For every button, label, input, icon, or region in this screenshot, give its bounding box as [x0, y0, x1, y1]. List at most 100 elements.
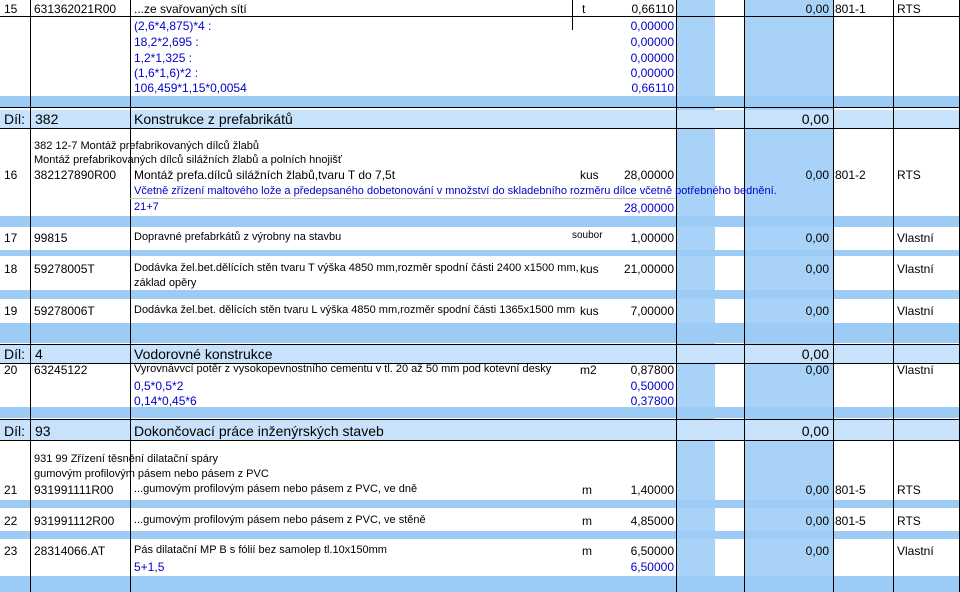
- row-number: 20: [4, 363, 18, 377]
- group-subheading: gumovým profilovým pásem nebo pásem z PV…: [34, 468, 269, 480]
- row-description: Vyrovnávvcí potěr z vysokopevnostního ce…: [134, 363, 552, 375]
- grid-line: [744, 0, 745, 592]
- row-source: RTS: [897, 168, 921, 182]
- row-unit: m2: [580, 363, 597, 377]
- calc-value: 0,50000: [630, 379, 674, 393]
- row-code: 931991112R00: [34, 514, 115, 528]
- row-number: 21: [4, 483, 18, 497]
- row-code: 28314066.AT: [34, 544, 106, 558]
- row-quantity: 0,87800: [630, 363, 674, 377]
- row-quantity: 7,00000: [630, 304, 674, 318]
- row-quantity: 6,50000: [630, 544, 674, 558]
- grid-line: [833, 0, 834, 592]
- grid-line: [0, 107, 960, 108]
- row-unit: kus: [580, 168, 599, 182]
- row-description: Dopravné prefabrkátů z výrobny na stavbu: [134, 231, 342, 243]
- grid-line: [0, 128, 960, 129]
- section-band: [0, 500, 960, 508]
- grid-line: [572, 0, 573, 30]
- section-code: 382: [35, 111, 59, 127]
- section-code: 93: [35, 423, 51, 439]
- row-total: 0,00: [805, 544, 829, 558]
- group-subheading: Montáž prefabrikovaných dílců silážních …: [34, 154, 343, 166]
- row-code: 59278005T: [34, 262, 95, 276]
- row-code: 59278006T: [34, 304, 95, 318]
- row-quantity: 1,40000: [630, 483, 674, 497]
- grid-line: [0, 16, 960, 17]
- row-total: 0,00: [805, 304, 829, 318]
- row-code: 382127890R00: [34, 168, 117, 182]
- grid-line: [0, 440, 960, 441]
- calc-expression: (1,6*1,6)*2 :: [134, 66, 199, 80]
- row-reference: 801-5: [835, 514, 866, 528]
- row-reference: 801-2: [835, 168, 866, 182]
- section-band: [0, 323, 960, 343]
- grid-line: [130, 198, 676, 199]
- row-code: 63245122: [34, 363, 88, 377]
- row-quantity: 28,00000: [623, 168, 674, 182]
- row-source: Vlastní: [897, 231, 934, 245]
- row-code: 931991111R00: [34, 483, 114, 497]
- calc-value: 0,00000: [630, 19, 674, 33]
- row-number: 19: [4, 304, 18, 318]
- section-band: [0, 407, 960, 418]
- row-quantity: 0,66110: [631, 2, 675, 16]
- grid-line: [130, 0, 131, 592]
- calc-value: 0,00000: [630, 51, 674, 65]
- row-reference: 801-5: [835, 483, 866, 497]
- calc-expression: 1,2*1,325 :: [134, 51, 193, 65]
- row-total: 0,00: [805, 363, 829, 377]
- row-total: 0,00: [805, 2, 829, 16]
- row-quantity: 4,85000: [630, 514, 674, 528]
- calc-expression: 0,5*0,5*2: [134, 379, 184, 393]
- section-band: [0, 216, 960, 227]
- row-source: Vlastní: [897, 544, 934, 558]
- row-total: 0,00: [805, 262, 829, 276]
- row-description-continued: základ opěry: [134, 277, 197, 289]
- row-source: RTS: [897, 2, 921, 16]
- row-number: 18: [4, 262, 18, 276]
- row-source: Vlastní: [897, 304, 934, 318]
- grid-line: [0, 419, 960, 420]
- section-code: 4: [35, 346, 43, 362]
- row-total: 0,00: [805, 514, 829, 528]
- section-total: 0,00: [801, 423, 829, 439]
- section-label: Díl:: [4, 346, 25, 362]
- calc-value: 0,00000: [630, 35, 674, 49]
- group-heading: 931 99 Zřízení těsnění dilatační spáry: [34, 453, 219, 465]
- row-total: 0,00: [805, 168, 829, 182]
- group-heading: 382 12-7 Montáž prefabrikovaných dílců ž…: [34, 140, 260, 152]
- section-title: Vodorovné konstrukce: [134, 346, 273, 362]
- row-code: 631362021R00: [34, 2, 117, 16]
- row-unit: m: [582, 514, 592, 528]
- row-description: Montáž prefa.dílců silážních žlabů,tvaru…: [134, 168, 396, 182]
- row-unit: kus: [580, 262, 599, 276]
- row-source: Vlastní: [897, 262, 934, 276]
- row-description: Dodávka žel.bet.dělících stěn tvaru T vý…: [134, 262, 579, 274]
- row-reference: 801-1: [835, 2, 866, 16]
- row-unit: soubor: [572, 230, 603, 241]
- row-source: Vlastní: [897, 363, 934, 377]
- row-total: 0,00: [805, 231, 829, 245]
- calc-expression: 18,2*2,695 :: [134, 35, 199, 49]
- section-band: [0, 576, 960, 592]
- grid-line: [676, 0, 677, 592]
- calc-value: 28,00000: [623, 201, 674, 215]
- row-unit: m: [582, 483, 592, 497]
- row-number: 16: [4, 168, 18, 182]
- section-total: 0,00: [801, 111, 829, 127]
- row-source: RTS: [897, 514, 921, 528]
- row-description: ...ze svařovaných sítí: [134, 2, 247, 16]
- section-label: Díl:: [4, 423, 25, 439]
- calc-expression: 21+7: [134, 201, 159, 213]
- row-number: 22: [4, 514, 18, 528]
- calc-value: 0,00000: [630, 66, 674, 80]
- section-label: Díl:: [4, 111, 25, 127]
- row-unit: kus: [580, 304, 599, 318]
- section-band: [0, 96, 960, 107]
- row-unit: m: [582, 544, 592, 558]
- calc-value: 0,37800: [630, 394, 674, 408]
- calc-value: 6,50000: [630, 560, 674, 574]
- row-source: RTS: [897, 483, 921, 497]
- grid-line: [893, 0, 894, 592]
